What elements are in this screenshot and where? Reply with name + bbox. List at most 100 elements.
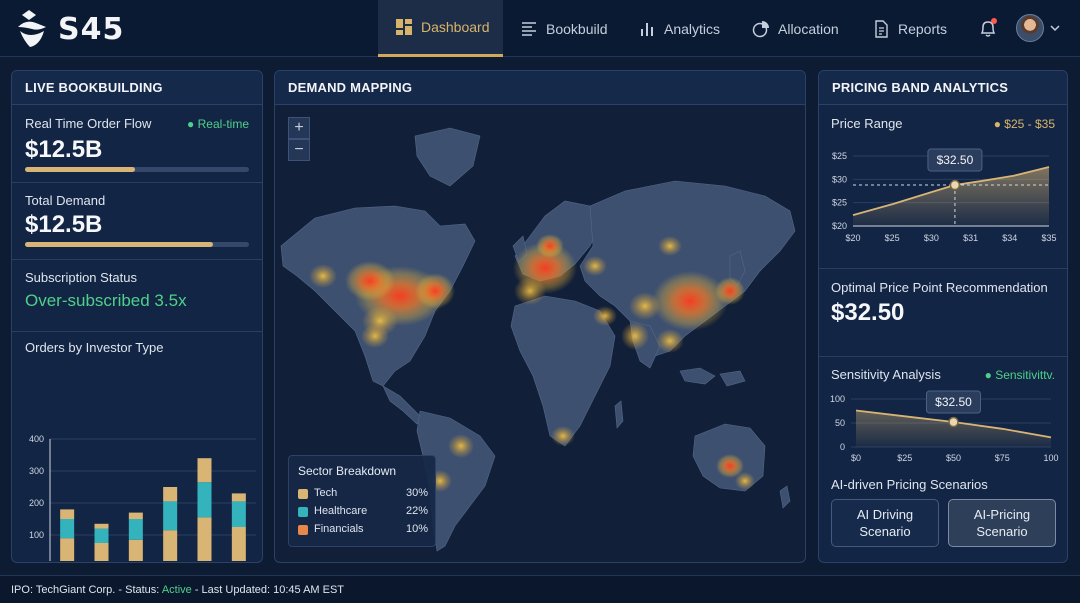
- nav-allocation-label: Allocation: [778, 20, 839, 37]
- top-nav: S45 Dashboard Bookbuild Analytics Alloca…: [0, 0, 1080, 57]
- bar-segment: [94, 523, 109, 529]
- nav-analytics-label: Analytics: [664, 20, 721, 37]
- bar-segment: [128, 539, 143, 561]
- footer-prefix: IPO: TechGiant Corp. - Status:: [11, 584, 162, 596]
- y-tick-label: $25: [832, 151, 847, 161]
- status-footer: IPO: TechGiant Corp. - Status: Active - …: [0, 575, 1080, 603]
- brand-name: S45: [58, 11, 125, 47]
- y-tick-label: 0: [840, 442, 845, 452]
- x-tick-label: $20: [845, 233, 860, 243]
- x-tick-label: $34: [1002, 233, 1017, 243]
- price-range-chart: $25 $30 $25 $20 $20 $25 $30 $31 $34 $35 $32.50: [832, 148, 1057, 243]
- investor-chart-title: Orders by Investor Type: [25, 340, 164, 355]
- legend-row-tech: Tech 30%: [298, 487, 428, 501]
- order-flow-progress: [25, 167, 249, 172]
- y-tick-label: $30: [832, 174, 847, 184]
- brand-mark-icon: [18, 10, 46, 47]
- footer-status: Active: [161, 584, 192, 596]
- y-tick-label: 300: [29, 466, 44, 476]
- price-range-badge: ● $25 - $35: [993, 117, 1055, 131]
- order-flow-value: $12.5B: [25, 136, 103, 163]
- price-range-badge-text: $25 - $35: [1004, 117, 1055, 131]
- realtime-badge: ● Real-time: [187, 117, 249, 131]
- x-tick-label: $50: [946, 453, 961, 463]
- y-tick-label: $25: [832, 198, 847, 208]
- nav-bookbuild[interactable]: Bookbuild: [520, 0, 608, 57]
- list-icon: [522, 21, 536, 36]
- ai-pricing-scenario-button[interactable]: AI-Pricing Scenario: [948, 499, 1056, 547]
- legend-row-financials: Financials 10%: [298, 523, 428, 537]
- nav-bookbuild-label: Bookbuild: [546, 20, 608, 37]
- y-tick-label: 50: [835, 418, 845, 428]
- healthcare-swatch: [298, 507, 308, 517]
- price-marker: [949, 179, 961, 191]
- bar-segment: [197, 517, 212, 561]
- nav-analytics[interactable]: Analytics: [638, 0, 720, 57]
- legend-healthcare-pct: 22%: [405, 505, 428, 517]
- nav-reports-label: Reports: [898, 20, 948, 37]
- investor-type-chart: 0100200300400InvestorCompenionLawAl-4erp…: [29, 434, 256, 561]
- live-bookbuilding-panel: LIVE BOOKBUILDING Real Time Order Flow ●…: [11, 70, 263, 563]
- sensitivity-badge: ● Sensitivittv.: [984, 368, 1055, 382]
- ai-driving-scenario-button[interactable]: AI Driving Scenario: [831, 499, 939, 547]
- bar-segment: [163, 501, 178, 531]
- total-demand-value: $12.5B: [25, 211, 103, 238]
- bar-segment: [128, 512, 143, 519]
- pricing-title: PRICING BAND ANALYTICS: [819, 71, 1067, 105]
- bar-chart-icon: [641, 22, 653, 36]
- y-tick-label: $20: [832, 221, 847, 231]
- x-tick-label: $25: [897, 453, 912, 463]
- realtime-badge-text: Real-time: [197, 117, 249, 131]
- nav-dashboard[interactable]: Dashboard: [378, 0, 503, 57]
- bar-segment: [60, 509, 75, 519]
- bar-segment: [197, 458, 212, 483]
- bar-segment: [60, 538, 75, 561]
- legend-tech-name: Tech: [314, 487, 338, 499]
- scenarios-label: AI-driven Pricing Scenarios: [831, 477, 988, 492]
- subscription-card: Subscription Status Over-subscribed 3.5x: [12, 260, 262, 332]
- brand-logo[interactable]: S45: [16, 9, 124, 49]
- sensitivity-badge-text: Sensitivittv.: [995, 368, 1055, 382]
- bar-segment: [231, 501, 246, 527]
- optimal-price-label: Optimal Price Point Recommendation: [831, 280, 1048, 295]
- sensitivity-label: Sensitivity Analysis: [831, 367, 941, 382]
- subscription-label: Subscription Status: [25, 270, 138, 285]
- zoom-out-button[interactable]: −: [288, 139, 310, 161]
- bar-segment: [231, 527, 246, 561]
- footer-suffix: - Last Updated: 10:45 AM EST: [191, 584, 345, 596]
- y-tick-label: 200: [29, 498, 44, 508]
- y-tick-label: 100: [29, 530, 44, 540]
- x-tick-label: $0: [851, 453, 861, 463]
- nav-allocation[interactable]: Allocation: [752, 0, 839, 57]
- optimal-price-value: $32.50: [831, 299, 905, 326]
- financials-swatch: [298, 525, 308, 535]
- x-tick-label: $35: [1041, 233, 1056, 243]
- optimal-price-card: Optimal Price Point Recommendation $32.5…: [819, 269, 1067, 357]
- price-tooltip-text: $32.50: [937, 153, 974, 167]
- sensitivity-tooltip-text: $32.50: [935, 395, 972, 409]
- chevron-down-icon[interactable]: [1049, 22, 1061, 34]
- price-range-label: Price Range: [831, 116, 903, 131]
- legend-financials-name: Financials: [314, 523, 364, 535]
- bar-segment: [94, 543, 109, 561]
- legend-tech-pct: 30%: [405, 487, 428, 499]
- x-tick-label: 100: [1043, 453, 1058, 463]
- user-avatar[interactable]: [1016, 14, 1044, 42]
- notification-dot: [991, 18, 997, 24]
- price-range-card: Price Range ● $25 - $35 $25 $30 $25 $20 $20 $…: [819, 106, 1067, 269]
- sector-legend: Sector Breakdown Tech 30% Healthcare 22%…: [288, 455, 436, 547]
- pie-chart-icon: [752, 20, 769, 37]
- legend-healthcare-name: Healthcare: [314, 505, 368, 517]
- pricing-band-panel: PRICING BAND ANALYTICS Price Range ● $25…: [818, 70, 1068, 563]
- bar-segment: [163, 530, 178, 561]
- order-flow-card: Real Time Order Flow ● Real-time $12.5B: [12, 106, 262, 183]
- panel-title: LIVE BOOKBUILDING: [12, 71, 262, 105]
- sensitivity-area: [856, 410, 1051, 447]
- x-tick-label: $75: [995, 453, 1010, 463]
- bar-segment: [128, 519, 143, 540]
- zoom-in-button[interactable]: +: [288, 117, 310, 139]
- nav-reports[interactable]: Reports: [872, 0, 947, 57]
- bar-segment: [231, 493, 246, 502]
- tech-swatch: [298, 489, 308, 499]
- price-area: [853, 167, 1049, 226]
